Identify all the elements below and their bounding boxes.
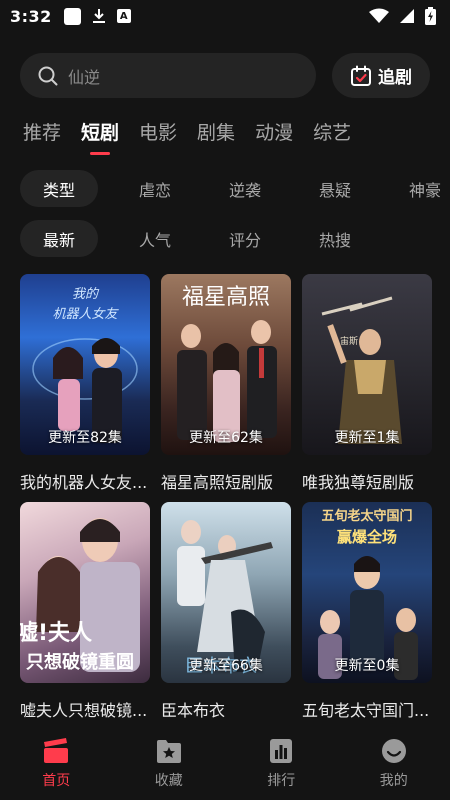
signal-icon <box>400 9 414 23</box>
sort-chip-trending[interactable]: 热搜 <box>290 220 380 257</box>
update-status: 更新至62集 <box>189 430 263 446</box>
notification-icons: A <box>63 7 131 25</box>
folder-star-icon <box>156 740 181 763</box>
drama-card[interactable]: 福星高照 更新至62集 福星高照短剧版 <box>161 274 291 493</box>
search-input[interactable]: 仙逆 <box>20 53 316 98</box>
drama-card[interactable]: 嘘!夫人 只想破镜重圆 嘘夫人只想破镜... <box>20 502 150 721</box>
drama-title: 我的机器人女友... <box>20 473 148 492</box>
genre-filter-row: 类型 虐恋 逆袭 悬疑 神豪 <box>20 170 450 207</box>
sort-chip-rating[interactable]: 评分 <box>200 220 290 257</box>
tab-anime[interactable]: 动漫 <box>255 118 293 158</box>
tab-movie[interactable]: 电影 <box>139 118 177 158</box>
battery-icon <box>425 7 436 25</box>
update-status: 更新至0集 <box>334 658 400 674</box>
poster-image: 嘘!夫人 只想破镜重圆 <box>20 502 150 683</box>
filter-chip-suspense[interactable]: 悬疑 <box>290 170 380 207</box>
profile-icon <box>381 739 406 763</box>
filter-chip-comeback[interactable]: 逆袭 <box>200 170 290 207</box>
poster-image: 宙斯 更新至1集 <box>302 274 432 455</box>
bottom-navigation: 首页 收藏 排行 我的 <box>0 730 450 800</box>
drama-title: 嘘夫人只想破镜... <box>20 701 148 720</box>
bar-chart-icon <box>270 739 293 763</box>
svg-text:赢爆全场: 赢爆全场 <box>337 528 397 546</box>
tab-recommend[interactable]: 推荐 <box>23 118 61 158</box>
tab-series[interactable]: 剧集 <box>197 118 235 158</box>
update-status: 更新至82集 <box>48 430 122 446</box>
poster-image: 福星高照 更新至62集 <box>161 274 291 455</box>
filter-chip-type[interactable]: 类型 <box>20 170 98 207</box>
nav-home-label: 首页 <box>42 773 71 789</box>
nav-profile[interactable]: 我的 <box>338 730 450 800</box>
update-status: 更新至1集 <box>334 430 400 446</box>
drama-title: 五旬老太守国门... <box>302 701 430 720</box>
svg-text:只想破镜重圆: 只想破镜重圆 <box>26 651 134 673</box>
search-placeholder: 仙逆 <box>68 67 101 87</box>
svg-text:机器人女友: 机器人女友 <box>52 306 119 322</box>
nav-home[interactable]: 首页 <box>0 730 113 800</box>
svg-text:我的: 我的 <box>72 287 100 302</box>
drama-title: 福星高照短剧版 <box>161 473 274 492</box>
svg-text:嘘!夫人: 嘘!夫人 <box>20 621 92 646</box>
tab-short-drama[interactable]: 短剧 <box>81 118 119 158</box>
sort-filter-row: 最新 人气 评分 热搜 <box>20 220 380 257</box>
svg-text:福星高照: 福星高照 <box>182 285 270 310</box>
sort-chip-latest[interactable]: 最新 <box>20 220 98 257</box>
svg-text:五旬老太守国门: 五旬老太守国门 <box>321 508 412 524</box>
svg-text:宙斯: 宙斯 <box>340 335 358 347</box>
poster-image: 我的 机器人女友 更新至82集 <box>20 274 150 455</box>
download-icon <box>92 9 105 23</box>
nav-favorites-label: 收藏 <box>154 773 183 789</box>
poster-image: 五旬老太守国门 赢爆全场 更新至0集 <box>302 502 432 683</box>
drama-title: 唯我独尊短剧版 <box>302 473 415 492</box>
follow-drama-label: 追剧 <box>378 68 412 88</box>
update-status: 更新至66集 <box>189 658 263 674</box>
drama-card[interactable]: 臣本布衣 更新至66集 臣本布衣 <box>161 502 291 721</box>
a-app-icon: A <box>116 9 131 23</box>
category-tabs: 推荐 短剧 电影 剧集 动漫 综艺 <box>23 118 351 158</box>
poster-artwork: 嘘!夫人 只想破镜重圆 <box>20 518 140 673</box>
filter-chip-tycoon[interactable]: 神豪 <box>380 170 450 207</box>
nav-ranking[interactable]: 排行 <box>225 730 338 800</box>
nav-favorites[interactable]: 收藏 <box>113 730 226 800</box>
app-notification-icon <box>63 7 81 25</box>
calendar-check-icon <box>351 65 371 86</box>
status-time: 3:32 <box>10 6 52 26</box>
clapperboard-icon <box>44 738 69 763</box>
drama-card[interactable]: 宙斯 更新至1集 唯我独尊短剧版 <box>302 274 432 493</box>
status-bar: 3:32 A <box>0 0 450 32</box>
search-icon <box>38 66 58 85</box>
drama-title: 臣本布衣 <box>161 701 226 720</box>
drama-card[interactable]: 我的 机器人女友 更新至82集 我的机器人女友... <box>20 274 150 493</box>
system-icons <box>369 7 436 25</box>
nav-ranking-label: 排行 <box>267 773 296 789</box>
poster-image: 臣本布衣 更新至66集 <box>161 502 291 683</box>
drama-card[interactable]: 五旬老太守国门 赢爆全场 更新至0集 五旬老太守国门... <box>302 502 432 721</box>
follow-drama-button[interactable]: 追剧 <box>332 53 430 98</box>
tab-variety[interactable]: 综艺 <box>313 118 351 158</box>
filter-chip-romance[interactable]: 虐恋 <box>110 170 200 207</box>
wifi-icon <box>369 8 389 23</box>
nav-profile-label: 我的 <box>379 773 408 789</box>
sort-chip-popular[interactable]: 人气 <box>110 220 200 257</box>
